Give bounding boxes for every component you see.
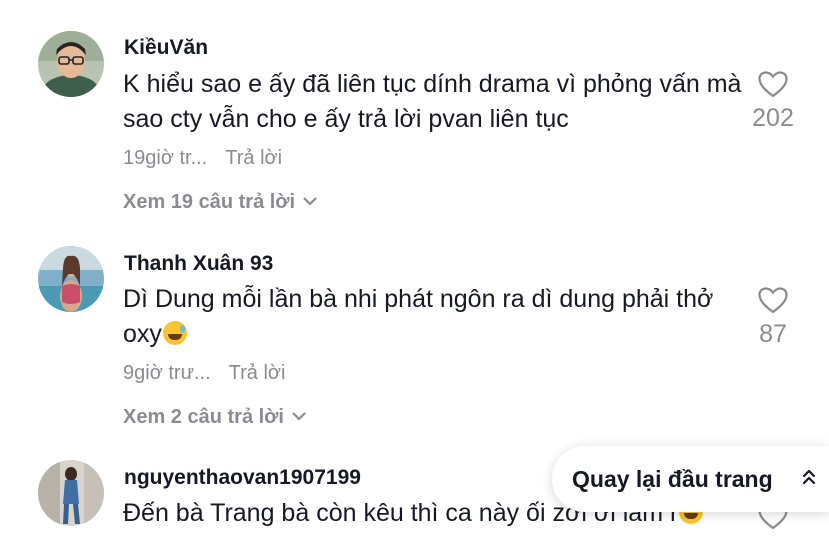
comment-time: 19giờ tr... bbox=[123, 147, 208, 169]
comment-text: Dì Dung mỗi lần bà nhi phát ngôn ra dì d… bbox=[123, 282, 743, 352]
like-count: 87 bbox=[759, 320, 787, 348]
comment-text: K hiểu sao e ấy đã liên tục dính drama v… bbox=[123, 70, 742, 133]
view-replies-label: Xem 2 câu trả lời bbox=[123, 406, 284, 428]
comment-text-content: Dì Dung mỗi lần bà nhi phát ngôn ra dì d… bbox=[123, 285, 714, 348]
comment-meta: 9giờ trư... Trả lời bbox=[123, 362, 285, 385]
reply-button[interactable]: Trả lời bbox=[229, 362, 286, 384]
avatar[interactable] bbox=[38, 31, 104, 97]
avatar[interactable] bbox=[38, 246, 104, 312]
heart-outline-icon bbox=[743, 71, 803, 98]
comment-time: 9giờ trư... bbox=[123, 362, 211, 384]
comment-username[interactable]: Thanh Xuân 93 bbox=[124, 252, 273, 276]
view-replies-button[interactable]: Xem 2 câu trả lời bbox=[123, 404, 306, 429]
chevron-down-icon bbox=[292, 404, 306, 427]
double-chevron-up-icon bbox=[802, 468, 816, 491]
comment-username[interactable]: nguyenthaovan1907199 bbox=[124, 466, 361, 490]
heart-outline-icon bbox=[743, 287, 803, 314]
grinning-sweat-emoji bbox=[162, 321, 187, 345]
back-to-top-label: Quay lại đầu trang bbox=[572, 466, 773, 492]
like-count: 202 bbox=[752, 104, 794, 132]
back-to-top-button[interactable]: Quay lại đầu trang bbox=[552, 446, 829, 512]
view-replies-button[interactable]: Xem 19 câu trả lời bbox=[123, 189, 317, 214]
like-button[interactable]: 202 bbox=[743, 71, 803, 133]
like-button[interactable]: 87 bbox=[743, 287, 803, 349]
comment-meta: 19giờ tr... Trả lời bbox=[123, 147, 282, 170]
view-replies-label: Xem 19 câu trả lời bbox=[123, 191, 296, 213]
avatar[interactable] bbox=[38, 460, 104, 526]
comment-username[interactable]: KiềuVăn bbox=[124, 36, 208, 60]
reply-button[interactable]: Trả lời bbox=[225, 147, 282, 169]
chevron-down-icon bbox=[303, 189, 317, 212]
